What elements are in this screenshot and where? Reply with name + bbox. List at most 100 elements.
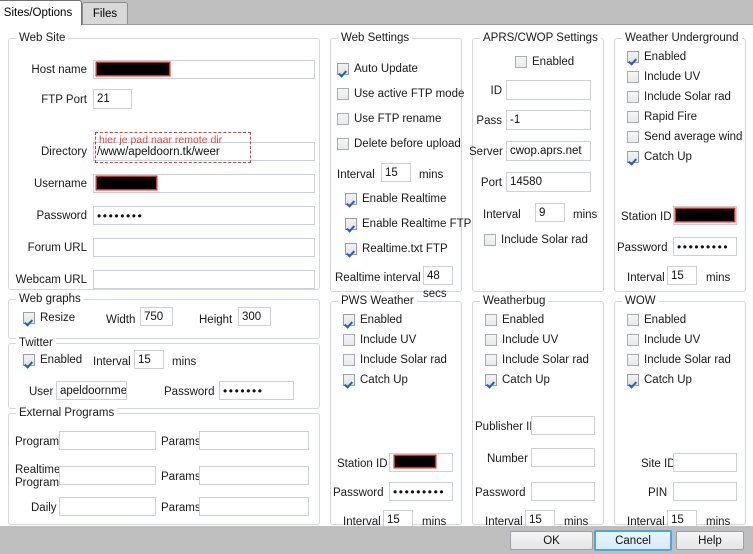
help-button[interactable]: Help (676, 531, 744, 550)
realtime-program-input[interactable] (59, 466, 156, 485)
weatherbug-enabled-checkbox[interactable]: Enabled (485, 314, 544, 326)
pws-include-uv-checkbox[interactable]: Include UV (343, 334, 416, 346)
daily-input[interactable] (59, 497, 156, 516)
aprs-port-value: 14580 (510, 176, 542, 188)
wu-rapid-fire-checkbox-label: Rapid Fire (644, 111, 698, 123)
twitter-interval-value: 15 (138, 353, 151, 366)
weatherbug-password-label: Password (475, 487, 526, 499)
use-ftp-rename-checkbox-box (337, 113, 349, 125)
wu-catch-up-checkbox[interactable]: Catch Up (627, 151, 692, 163)
realtime-txt-ftp-checkbox[interactable]: Realtime.txt FTP (345, 243, 448, 255)
ok-button[interactable]: OK (510, 531, 593, 550)
aprs-enabled-checkbox[interactable]: Enabled (515, 56, 574, 68)
auto-update-checkbox[interactable]: Auto Update (337, 63, 418, 75)
weatherbug-include-uv-checkbox-label: Include UV (502, 334, 559, 346)
use-ftp-rename-checkbox[interactable]: Use FTP rename (337, 113, 441, 125)
graph-width-label: Width (106, 314, 136, 326)
password-input[interactable]: •••••••• (93, 206, 315, 225)
cancel-button-label: Cancel (615, 534, 651, 547)
forum-url-input[interactable] (93, 238, 315, 257)
weatherbug-publisher-id-label: Publisher ID (475, 421, 538, 433)
settings-dialog: Sites/Options Files Web Site Host name F… (0, 0, 753, 554)
pws-catch-up-checkbox[interactable]: Catch Up (343, 374, 408, 386)
wow-include-solar-checkbox[interactable]: Include Solar rad (627, 354, 731, 366)
twitter-interval-input[interactable]: 15 (134, 350, 164, 369)
wow-site-id-input[interactable] (673, 453, 737, 472)
twitter-password-input[interactable]: ••••••• (219, 381, 294, 400)
twitter-user-input[interactable]: apeldoornmete (56, 381, 127, 400)
aprs-port-input[interactable]: 14580 (506, 172, 591, 192)
program-params-input[interactable] (199, 431, 309, 450)
wow-pin-label: PIN (648, 487, 668, 499)
tab-files[interactable]: Files (82, 2, 128, 24)
realtime-interval-input[interactable]: 48 (423, 266, 453, 285)
wu-include-solar-checkbox[interactable]: Include Solar rad (627, 91, 731, 103)
pws-include-solar-checkbox[interactable]: Include Solar rad (343, 354, 447, 366)
cancel-button[interactable]: Cancel (594, 530, 672, 551)
webcam-url-input[interactable] (93, 270, 315, 289)
wu-include-uv-checkbox-box (627, 71, 639, 83)
wow-enabled-checkbox[interactable]: Enabled (627, 314, 686, 326)
wu-password-label: Password (617, 242, 668, 254)
host-name-label: Host name (31, 64, 87, 76)
wu-include-uv-checkbox[interactable]: Include UV (627, 71, 700, 83)
use-ftp-rename-checkbox-label: Use FTP rename (354, 113, 442, 125)
wu-send-average-wind-checkbox[interactable]: Send average wind (627, 131, 742, 143)
pws-enabled-checkbox[interactable]: Enabled (343, 314, 402, 326)
pws-enabled-checkbox-label: Enabled (360, 314, 403, 326)
program-input[interactable] (59, 431, 156, 450)
ftp-port-input[interactable]: 21 (93, 89, 132, 109)
twitter-password-value: ••••••• (223, 383, 264, 398)
username-redaction (96, 176, 157, 190)
aprs-id-input[interactable] (506, 80, 591, 100)
group-external-programs-title: External Programs (16, 407, 118, 419)
forum-url-label: Forum URL (27, 242, 87, 254)
graph-height-value: 300 (242, 310, 262, 323)
daily-params-input[interactable] (199, 497, 309, 516)
wu-send-average-wind-checkbox-box (627, 131, 639, 143)
wow-pin-input[interactable] (673, 482, 737, 501)
aprs-interval-input[interactable]: 9 (535, 203, 565, 222)
web-settings-interval-input[interactable]: 15 (381, 163, 411, 182)
realtime-params-input[interactable] (199, 466, 309, 485)
webcam-url-label: Webcam URL (15, 274, 87, 286)
weatherbug-password-input[interactable] (531, 482, 595, 501)
enable-realtime-checkbox[interactable]: Enable Realtime (345, 193, 446, 205)
realtime-program-label-line2: Program (15, 477, 60, 489)
twitter-enabled-checkbox[interactable]: Enabled (23, 354, 82, 366)
wow-catch-up-checkbox-box (627, 374, 639, 386)
tab-sites-options[interactable]: Sites/Options (0, 0, 82, 25)
use-active-ftp-checkbox[interactable]: Use active FTP mode (337, 88, 464, 100)
twitter-interval-label: Interval (93, 356, 131, 368)
twitter-enabled-checkbox-box (23, 354, 35, 366)
realtime-program-label-line1: Realtime (15, 464, 61, 476)
weatherbug-number-input[interactable] (531, 448, 595, 467)
aprs-include-solar-checkbox[interactable]: Include Solar rad (484, 234, 588, 246)
wu-rapid-fire-checkbox[interactable]: Rapid Fire (627, 111, 697, 123)
weatherbug-catch-up-checkbox[interactable]: Catch Up (485, 374, 550, 386)
pws-include-uv-checkbox-box (343, 334, 355, 346)
group-web-graphs: Web graphs Resize Width 750 Height 300 (8, 293, 320, 339)
pws-interval-value: 15 (387, 513, 400, 526)
wu-interval-input[interactable]: 15 (667, 266, 697, 285)
enable-realtime-ftp-checkbox[interactable]: Enable Realtime FTP (345, 218, 471, 230)
graph-height-input[interactable]: 300 (238, 307, 271, 326)
wu-enabled-checkbox[interactable]: Enabled (627, 51, 686, 63)
pws-password-input[interactable]: ••••••••• (389, 482, 453, 501)
resize-checkbox[interactable]: Resize (23, 312, 75, 324)
wu-password-input[interactable]: ••••••••• (673, 237, 737, 256)
weatherbug-publisher-id-input[interactable] (531, 416, 595, 435)
graph-width-input[interactable]: 750 (140, 307, 173, 326)
wow-catch-up-checkbox[interactable]: Catch Up (627, 374, 692, 386)
weatherbug-include-solar-checkbox[interactable]: Include Solar rad (485, 354, 589, 366)
pws-include-solar-checkbox-box (343, 354, 355, 366)
weatherbug-include-uv-checkbox[interactable]: Include UV (485, 334, 558, 346)
wu-station-id-redaction (675, 208, 735, 222)
wow-include-uv-checkbox[interactable]: Include UV (627, 334, 700, 346)
aprs-pass-input[interactable]: -1 (506, 110, 591, 130)
delete-before-upload-checkbox[interactable]: Delete before upload (337, 138, 461, 150)
wu-enabled-checkbox-box (627, 51, 639, 63)
realtime-secs-label: secs (423, 288, 447, 300)
aprs-server-input[interactable]: cwop.aprs.net (506, 141, 591, 161)
wow-catch-up-checkbox-label: Catch Up (644, 374, 692, 386)
